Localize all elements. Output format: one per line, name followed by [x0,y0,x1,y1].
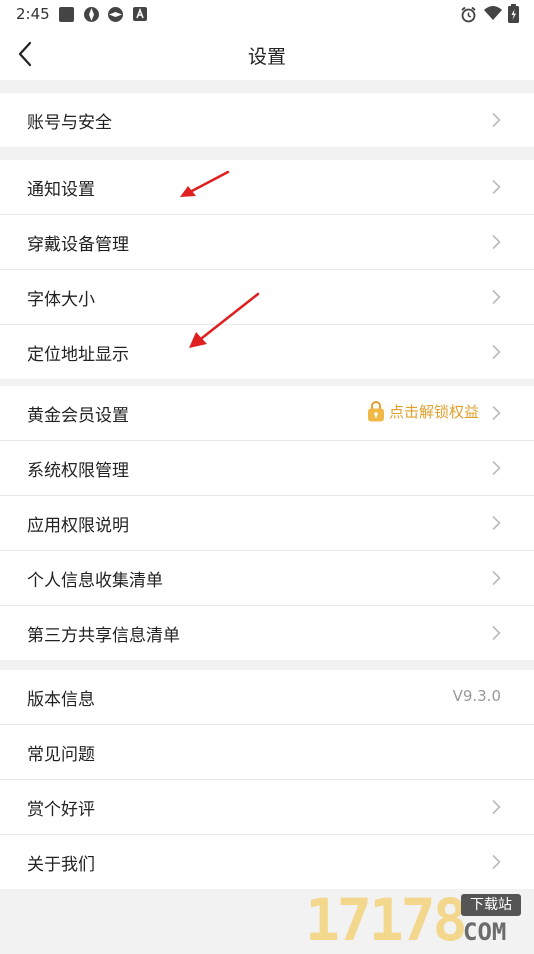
chevron-right-icon [492,515,501,531]
watermark-logo: 17178 下载站 COM [305,890,530,950]
notification-settings-row[interactable]: 通知设置 [0,160,534,215]
title-bar: 设置 [0,28,534,80]
personal-info-list-row[interactable]: 个人信息收集清单 [0,551,534,606]
account-security-row[interactable]: 账号与安全 [0,93,534,147]
row-label: 关于我们 [27,855,95,875]
rate-app-row[interactable]: 赏个好评 [0,780,534,835]
chevron-right-icon [492,460,501,476]
app-icon [108,7,123,22]
chevron-right-icon [492,289,501,305]
settings-group-membership: 黄金会员设置 点击解锁权益 系统权限管理 应用权限说明 个人信息收集清单 第三方… [0,386,534,660]
wearable-devices-row[interactable]: 穿戴设备管理 [0,215,534,270]
row-label: 定位地址显示 [27,345,129,365]
faq-row[interactable]: 常见问题 [0,725,534,780]
watermark-number: 17178 [305,886,468,954]
chevron-right-icon [492,570,501,586]
annotation-arrow-icon [180,170,230,197]
row-label: 赏个好评 [27,800,95,820]
row-label: 系统权限管理 [27,461,129,481]
watermark-tag: 下载站 [461,894,521,916]
lock-icon [367,401,384,422]
annotation-arrow-icon [189,292,260,348]
version-value: V9.3.0 [452,687,501,705]
about-us-row[interactable]: 关于我们 [0,835,534,889]
system-permissions-row[interactable]: 系统权限管理 [0,441,534,496]
chevron-right-icon [492,179,501,195]
row-label: 账号与安全 [27,113,112,133]
row-label: 通知设置 [27,180,95,200]
row-label: 黄金会员设置 [27,406,129,426]
page-title: 设置 [247,46,286,68]
row-label: 穿戴设备管理 [27,235,129,255]
third-party-sharing-row[interactable]: 第三方共享信息清单 [0,606,534,660]
location-display-row[interactable]: 定位地址显示 [0,325,534,379]
row-label: 常见问题 [27,745,95,765]
wifi-icon [484,6,502,20]
settings-group-account: 账号与安全 [0,93,534,147]
row-label: 个人信息收集清单 [27,571,163,591]
app-permissions-row[interactable]: 应用权限说明 [0,496,534,551]
settings-group-about: 版本信息 V9.3.0 常见问题 赏个好评 关于我们 [0,670,534,889]
gallery-icon [59,7,74,22]
battery-icon [508,4,519,23]
app-icon [84,7,99,22]
chevron-right-icon [492,625,501,641]
status-bar: 2:45 [0,0,534,28]
chevron-right-icon [492,854,501,870]
watermark-domain: COM [463,918,507,946]
row-label: 第三方共享信息清单 [27,626,180,646]
version-info-row: 版本信息 V9.3.0 [0,670,534,725]
unlock-benefits-badge[interactable]: 点击解锁权益 [367,400,479,422]
chevron-right-icon [492,405,501,421]
row-label: 版本信息 [27,690,95,710]
chevron-right-icon [492,344,501,360]
settings-group-general: 通知设置 穿戴设备管理 字体大小 定位地址显示 [0,160,534,379]
chevron-right-icon [492,234,501,250]
gold-membership-row[interactable]: 黄金会员设置 点击解锁权益 [0,386,534,441]
row-label: 应用权限说明 [27,516,129,536]
row-label: 字体大小 [27,290,95,310]
notification-a-icon [133,7,147,21]
unlock-benefits-text: 点击解锁权益 [388,402,479,421]
chevron-right-icon [492,799,501,815]
status-time: 2:45 [16,5,50,23]
font-size-row[interactable]: 字体大小 [0,270,534,325]
chevron-right-icon [492,112,501,128]
alarm-icon [461,6,476,23]
